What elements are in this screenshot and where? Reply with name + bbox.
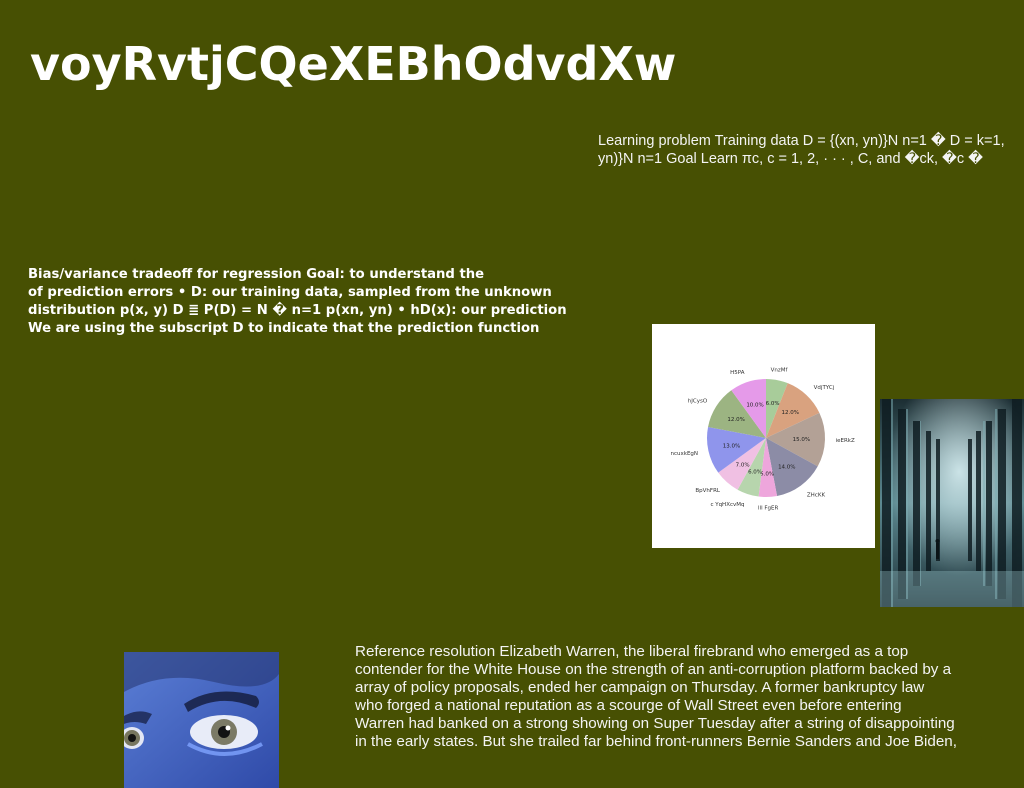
pie-value-label: 10.0% <box>746 402 763 408</box>
pie-category-label: BpVhFRL <box>695 488 720 494</box>
corridor-photo <box>880 399 1024 607</box>
pie-value-label: 7.0% <box>736 463 750 469</box>
pie-chart: 6.0% VnzMf 12.0% VdjTYCj 15.0% ieERkZ 14.0% ZHc… <box>652 324 875 548</box>
pie-category-label: H5PA <box>730 370 745 376</box>
learning-problem-text: Learning problem Training data D = {(xn,… <box>598 133 1005 167</box>
pie-category-label: VdjTYCj <box>814 385 835 391</box>
pie-category-label: VnzMf <box>771 368 789 374</box>
pie-value-label: 15.0% <box>793 437 810 443</box>
pie-chart-svg: 6.0% VnzMf 12.0% VdjTYCj 15.0% ieERkZ 14.0% ZHc… <box>671 368 855 512</box>
warren-article-text: Reference resolution Elizabeth Warren, t… <box>355 643 957 750</box>
pie-category-label: ZHcKK <box>807 492 826 498</box>
pie-category-label: lll FgER <box>758 506 778 512</box>
pie-value-label: 14.0% <box>778 465 795 471</box>
pie-value-label: 5.0% <box>760 471 774 477</box>
pie-category-label: ieERkZ <box>836 438 855 444</box>
pie-value-label: 12.0% <box>727 417 744 423</box>
page-title: voyRvtjCQeXEBhOdvdXw <box>30 37 677 91</box>
pie-value-label: 12.0% <box>781 410 798 416</box>
pie-category-label: hJCysO <box>688 399 708 405</box>
pie-value-label: 6.0% <box>766 401 780 407</box>
pie-category-label: c YqHXcvMq <box>710 502 744 508</box>
pie-value-label: 6.0% <box>748 470 762 476</box>
eye-portrait-photo <box>124 652 279 788</box>
pie-category-label: ncuxkEgN <box>671 451 699 457</box>
pie-value-label: 13.0% <box>723 444 740 450</box>
bias-variance-text: Bias/variance tradeoff for regression Go… <box>28 267 567 336</box>
